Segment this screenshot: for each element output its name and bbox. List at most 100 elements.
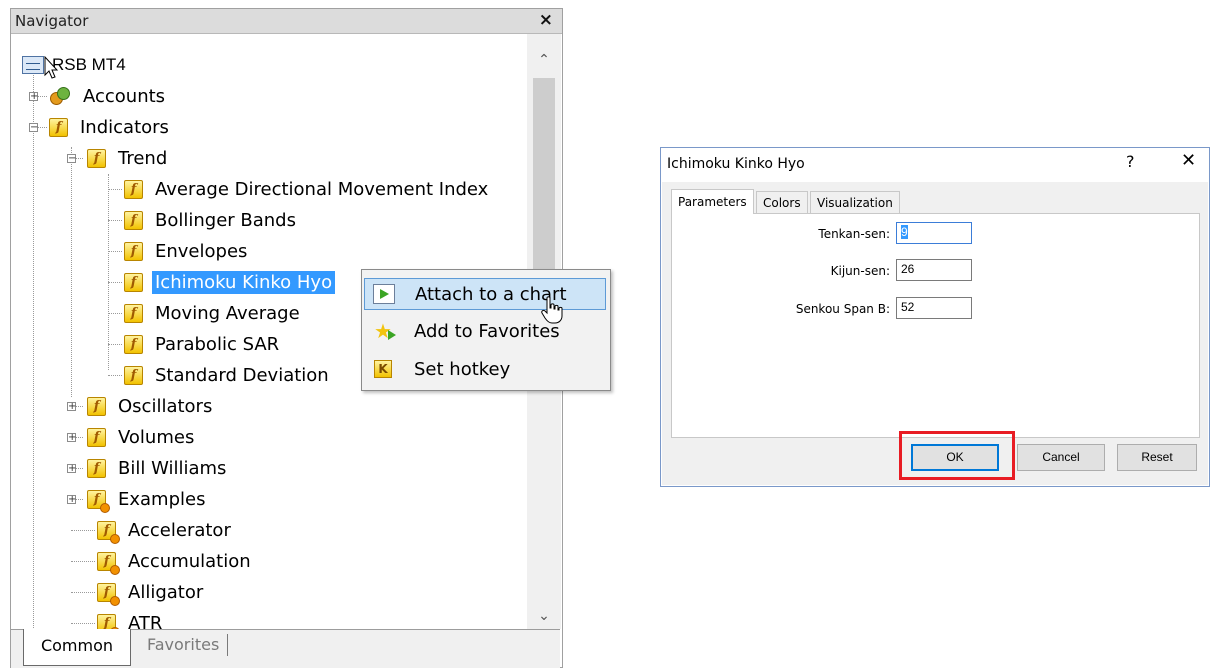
navigator-title: Navigator [15, 12, 89, 30]
reset-button[interactable]: Reset [1117, 444, 1197, 471]
expand-icon[interactable]: + [67, 464, 76, 474]
tree-item-accounts[interactable]: Accounts [49, 81, 168, 111]
custom-function-icon: f [97, 551, 120, 575]
function-icon: f [49, 117, 68, 137]
tree-item-indicator[interactable]: f Bollinger Bands [124, 205, 299, 235]
tree-line [108, 282, 122, 283]
function-icon: f [124, 241, 143, 261]
tree-line [108, 189, 122, 190]
tree-item-label: Standard Deviation [155, 364, 329, 386]
tree-item-custom[interactable]: f ATR [97, 608, 165, 629]
attach-chart-icon [373, 284, 395, 304]
tree-item-label: Examples [118, 488, 206, 510]
dialog-title: Ichimoku Kinko Hyo [667, 156, 805, 172]
scroll-up-icon[interactable]: ⌃ [527, 46, 561, 74]
function-icon: f [87, 458, 106, 478]
menu-item-add-to-favorites[interactable]: ★ Add to Favorites [364, 315, 606, 347]
tree-line [108, 375, 122, 376]
tree-item-label: Trend [118, 147, 168, 169]
tree-item-label: Parabolic SAR [155, 333, 280, 355]
tab-colors[interactable]: Colors [756, 191, 808, 213]
expand-icon[interactable]: + [67, 402, 76, 412]
tree-item-indicators[interactable]: f Indicators [49, 112, 172, 142]
tree-line [71, 592, 95, 593]
expand-icon[interactable]: + [67, 433, 76, 443]
tree-item-root[interactable]: RSB MT4 [22, 50, 129, 80]
tree-item-indicator[interactable]: f Parabolic SAR [124, 329, 282, 359]
function-icon: f [87, 148, 106, 168]
expand-icon[interactable]: + [67, 495, 76, 505]
function-icon: f [124, 365, 143, 385]
context-menu: Attach to a chart ★ Add to Favorites K S… [361, 269, 611, 391]
tree-line [71, 561, 95, 562]
tree-item-label: RSB MT4 [52, 55, 126, 74]
tenkan-sen-label: Tenkan-sen: [818, 227, 890, 241]
tree-item-group[interactable]: f Volumes [87, 422, 197, 452]
function-icon: f [124, 210, 143, 230]
help-icon[interactable]: ? [1126, 152, 1135, 171]
tree-line [71, 623, 95, 624]
cancel-button[interactable]: Cancel [1017, 444, 1105, 471]
tree-item-group[interactable]: f Examples [87, 484, 208, 514]
tenkan-sen-input[interactable]: 9 [896, 222, 972, 244]
tree-line [108, 220, 122, 221]
tree-item-label: Oscillators [118, 395, 213, 417]
favorites-star-icon: ★ [372, 321, 396, 341]
tree-line [108, 313, 122, 314]
tree-item-indicator[interactable]: f Moving Average [124, 298, 303, 328]
custom-function-icon: f [97, 613, 120, 629]
tree-item-custom[interactable]: f Alligator [97, 577, 206, 607]
tab-favorites[interactable]: Favorites [147, 634, 229, 656]
tree-line [108, 251, 122, 252]
tree-item-indicator[interactable]: f Envelopes [124, 236, 250, 266]
function-icon: f [124, 272, 143, 292]
tree-item-indicator[interactable]: f Standard Deviation [124, 360, 332, 390]
tree-item-group[interactable]: f Bill Williams [87, 453, 229, 483]
menu-item-set-hotkey[interactable]: K Set hotkey [364, 353, 606, 385]
tree-line [71, 147, 72, 397]
collapse-icon[interactable]: − [29, 123, 38, 133]
close-icon[interactable]: ✕ [1181, 150, 1196, 171]
tab-common[interactable]: Common [23, 629, 131, 666]
function-icon: f [124, 179, 143, 199]
tree-item-label: Bollinger Bands [155, 209, 296, 231]
scroll-down-icon[interactable]: ⌄ [527, 602, 561, 630]
tree-item-label: Accounts [83, 85, 166, 107]
custom-function-icon: f [97, 582, 120, 606]
expand-icon[interactable]: + [29, 92, 38, 102]
tab-visualization[interactable]: Visualization [810, 191, 900, 213]
tree-item-label: Ichimoku Kinko Hyo [152, 270, 336, 294]
senkou-span-b-input[interactable]: 52 [896, 297, 972, 319]
tree-item-custom[interactable]: f Accumulation [97, 546, 254, 576]
tree-item-custom[interactable]: f Accelerator [97, 515, 234, 545]
tree-item-label: ATR [128, 612, 163, 630]
function-icon: f [124, 334, 143, 354]
tree-item-group[interactable]: f Oscillators [87, 391, 215, 421]
parameters-page: Tenkan-sen: 9 Kijun-sen: 26 Senkou Span … [671, 213, 1200, 438]
close-icon[interactable]: × [539, 10, 553, 30]
tree-item-label: Accelerator [128, 519, 231, 541]
tree-line [71, 530, 95, 531]
tree-item-label: Moving Average [155, 302, 300, 324]
menu-item-attach-to-chart[interactable]: Attach to a chart [364, 278, 606, 310]
senkou-span-b-label: Senkou Span B: [795, 302, 890, 316]
kijun-sen-input[interactable]: 26 [896, 259, 972, 281]
tree-item-indicator-selected[interactable]: f Ichimoku Kinko Hyo [124, 267, 336, 297]
navigator-titlebar: Navigator × [11, 9, 562, 34]
tree-item-label: Accumulation [128, 550, 251, 572]
menu-item-label: Set hotkey [414, 358, 511, 380]
custom-function-icon: f [87, 489, 110, 513]
tree-item-indicator[interactable]: f Average Directional Movement Index [124, 174, 491, 204]
hand-cursor-icon [541, 296, 563, 324]
custom-function-icon: f [97, 520, 120, 544]
ok-button-highlight-box [899, 431, 1015, 480]
tree-item-label: Bill Williams [118, 457, 227, 479]
tree-item-label: Average Directional Movement Index [155, 178, 489, 200]
hotkey-icon: K [374, 360, 392, 378]
tree-item-label: Volumes [118, 426, 195, 448]
tree-item-trend[interactable]: f Trend [87, 143, 170, 173]
function-icon: f [124, 303, 143, 323]
tree-line [108, 344, 122, 345]
collapse-icon[interactable]: − [67, 154, 76, 164]
tab-parameters[interactable]: Parameters [671, 189, 754, 214]
